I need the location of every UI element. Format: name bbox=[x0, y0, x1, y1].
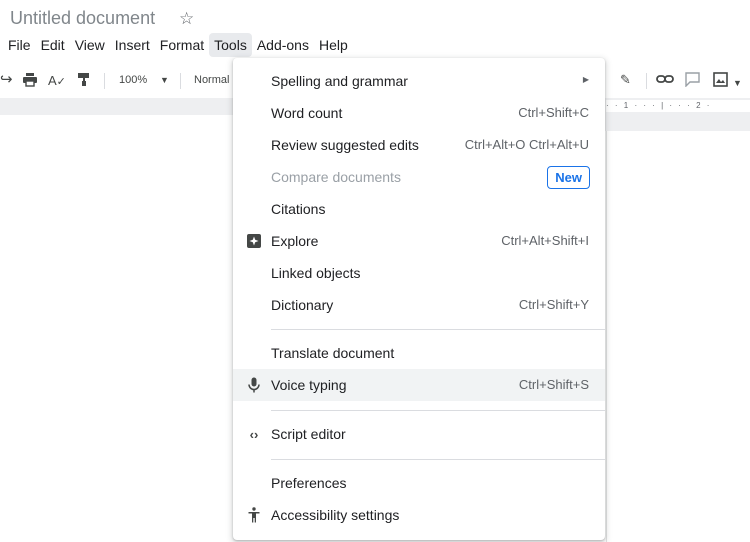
menu-help[interactable]: Help bbox=[314, 33, 353, 57]
toolbar-divider bbox=[104, 73, 105, 89]
menu-insert[interactable]: Insert bbox=[110, 33, 155, 57]
image-icon[interactable] bbox=[713, 72, 728, 91]
menu-item-label: Accessibility settings bbox=[271, 507, 400, 523]
menu-format[interactable]: Format bbox=[155, 33, 209, 57]
menu-item-label: Compare documents bbox=[271, 169, 401, 185]
menu-item-preferences[interactable]: Preferences bbox=[233, 467, 605, 499]
print-icon[interactable] bbox=[22, 72, 38, 91]
menu-item-label: Translate document bbox=[271, 345, 395, 361]
menu-item-label: Linked objects bbox=[271, 265, 361, 281]
ruler-gutter bbox=[604, 115, 750, 131]
paint-format-icon[interactable] bbox=[77, 72, 91, 91]
menu-add-ons[interactable]: Add-ons bbox=[252, 33, 314, 57]
menu-tools[interactable]: Tools bbox=[209, 33, 252, 57]
code-icon: ‹› bbox=[249, 426, 259, 442]
tools-menu: Spelling and grammar ▶ Word count Ctrl+S… bbox=[233, 58, 605, 540]
menu-item-review-suggested-edits[interactable]: Review suggested edits Ctrl+Alt+O Ctrl+A… bbox=[233, 129, 605, 161]
paragraph-style-select[interactable]: Normal bbox=[194, 74, 229, 86]
menu-item-spelling-and-grammar[interactable]: Spelling and grammar ▶ bbox=[233, 65, 605, 97]
menu-item-label: Dictionary bbox=[271, 297, 334, 313]
toolbar-divider bbox=[646, 73, 647, 89]
spellcheck-icon[interactable]: A✓ bbox=[48, 73, 66, 90]
chevron-down-icon[interactable]: ▼ bbox=[733, 75, 742, 91]
link-icon[interactable] bbox=[656, 72, 674, 90]
menu-item-word-count[interactable]: Word count Ctrl+Shift+C bbox=[233, 97, 605, 129]
menu-divider bbox=[271, 329, 605, 330]
menu-item-label: Word count bbox=[271, 105, 343, 121]
accessibility-icon bbox=[245, 506, 263, 524]
redo-icon[interactable]: ↪ bbox=[0, 72, 13, 88]
menu-item-label: Explore bbox=[271, 233, 319, 249]
menu-item-shortcut: Ctrl+Alt+Shift+I bbox=[501, 233, 589, 248]
arrow-right-icon: ▶ bbox=[582, 75, 589, 84]
menu-item-compare-documents: Compare documents New bbox=[233, 161, 605, 193]
menu-item-label: Script editor bbox=[271, 426, 346, 442]
highlight-pen-icon[interactable]: ✎ bbox=[620, 72, 631, 88]
chevron-down-icon[interactable]: ▼ bbox=[160, 75, 169, 85]
zoom-select[interactable]: 100% bbox=[119, 74, 147, 86]
menu-divider bbox=[271, 410, 605, 411]
menu-item-voice-typing[interactable]: Voice typing Ctrl+Shift+S bbox=[233, 369, 605, 401]
menu-file[interactable]: File bbox=[3, 33, 36, 57]
menu-item-shortcut: Ctrl+Shift+S bbox=[518, 377, 589, 392]
document-page[interactable] bbox=[606, 131, 750, 542]
menu-item-explore[interactable]: Explore Ctrl+Alt+Shift+I bbox=[233, 225, 605, 257]
menu-item-label: Voice typing bbox=[271, 377, 347, 393]
menu-divider bbox=[271, 459, 605, 460]
menu-item-label: Preferences bbox=[271, 475, 347, 491]
explore-icon bbox=[245, 232, 263, 250]
menu-item-shortcut: Ctrl+Alt+O Ctrl+Alt+U bbox=[464, 137, 589, 152]
menu-item-script-editor[interactable]: ‹› Script editor bbox=[233, 418, 605, 450]
menu-view[interactable]: View bbox=[70, 33, 110, 57]
microphone-icon bbox=[245, 376, 263, 394]
menu-item-label: Spelling and grammar bbox=[271, 73, 408, 89]
menu-item-accessibility-settings[interactable]: Accessibility settings bbox=[233, 499, 605, 531]
toolbar-divider bbox=[180, 73, 181, 89]
menu-item-shortcut: Ctrl+Shift+Y bbox=[518, 297, 589, 312]
star-icon[interactable]: ☆ bbox=[179, 9, 194, 29]
menu-item-dictionary[interactable]: Dictionary Ctrl+Shift+Y bbox=[233, 289, 605, 321]
menu-bar: File Edit View Insert Format Tools Add-o… bbox=[0, 33, 353, 57]
menu-item-label: Citations bbox=[271, 201, 326, 217]
menu-item-shortcut: Ctrl+Shift+C bbox=[518, 105, 589, 120]
menu-item-citations[interactable]: Citations bbox=[233, 193, 605, 225]
ruler[interactable]: · · 1 · · · | · · · 2 · bbox=[606, 100, 750, 112]
new-badge: New bbox=[547, 166, 590, 189]
menu-edit[interactable]: Edit bbox=[36, 33, 70, 57]
document-title[interactable]: Untitled document bbox=[10, 8, 155, 29]
comment-icon[interactable] bbox=[685, 72, 700, 91]
menu-item-label: Review suggested edits bbox=[271, 137, 419, 153]
menu-item-translate-document[interactable]: Translate document bbox=[233, 337, 605, 369]
menu-item-linked-objects[interactable]: Linked objects bbox=[233, 257, 605, 289]
